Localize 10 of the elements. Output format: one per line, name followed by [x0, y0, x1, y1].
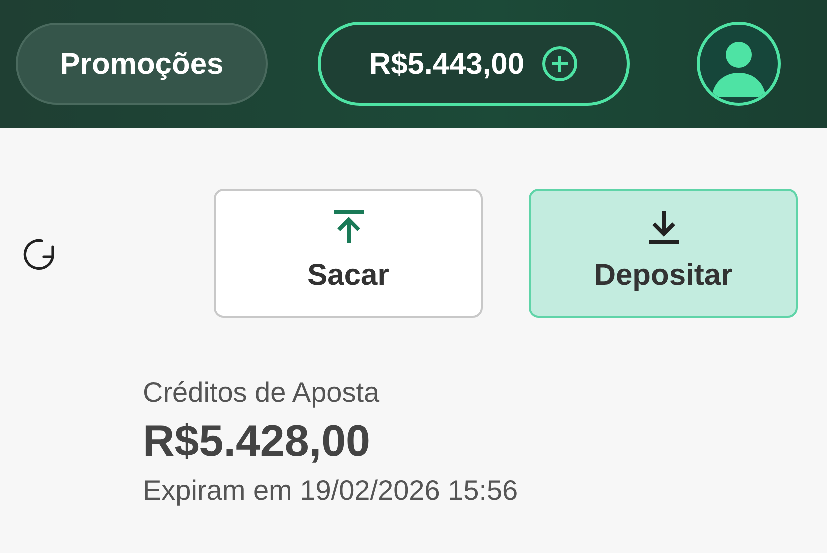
- balance-button[interactable]: R$5.443,00: [318, 22, 630, 106]
- credits-title: Créditos de Aposta: [143, 376, 381, 410]
- expiry-text: Expiram em 19/02/2026 15:56: [143, 474, 520, 508]
- plus-icon: [540, 45, 579, 83]
- download-icon: [646, 209, 680, 245]
- deposit-button[interactable]: Depositar: [529, 189, 798, 318]
- upload-icon: [332, 209, 366, 245]
- promotions-button[interactable]: Promoções: [16, 23, 268, 105]
- credits-amount: R$5.428,00: [143, 418, 372, 466]
- withdraw-button[interactable]: Sacar: [214, 189, 483, 318]
